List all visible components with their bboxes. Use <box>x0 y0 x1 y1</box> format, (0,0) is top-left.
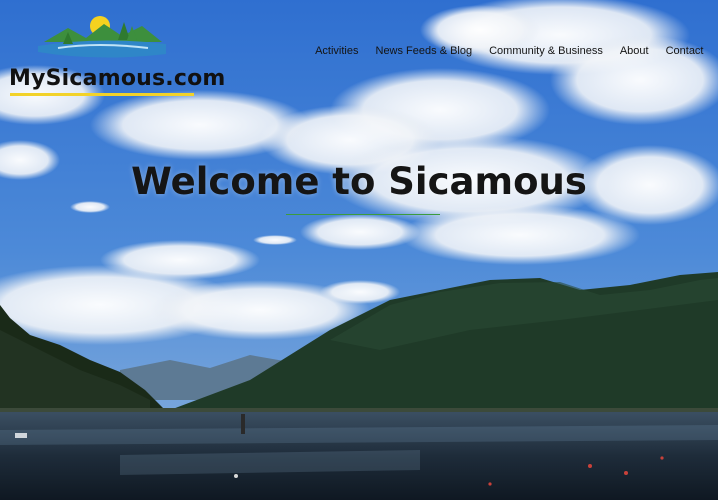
nav-item-about[interactable]: About <box>611 45 657 57</box>
nav-item-contact[interactable]: Contact <box>657 45 712 57</box>
nav-item-news-feeds-blog[interactable]: News Feeds & Blog <box>367 45 481 57</box>
nav-item-activities[interactable]: Activities <box>307 45 367 57</box>
mountain-lake-sun-logo-icon <box>38 16 166 58</box>
logo-text: MySicamous.com <box>9 66 226 91</box>
headline-divider <box>286 214 440 215</box>
logo-underline <box>10 93 194 96</box>
site-logo[interactable]: MySicamous.com <box>6 10 225 96</box>
main-nav: Activities News Feeds & Blog Community &… <box>307 45 712 57</box>
hero-headline: Welcome to Sicamous <box>131 160 587 203</box>
nav-item-community-business[interactable]: Community & Business <box>481 45 612 57</box>
